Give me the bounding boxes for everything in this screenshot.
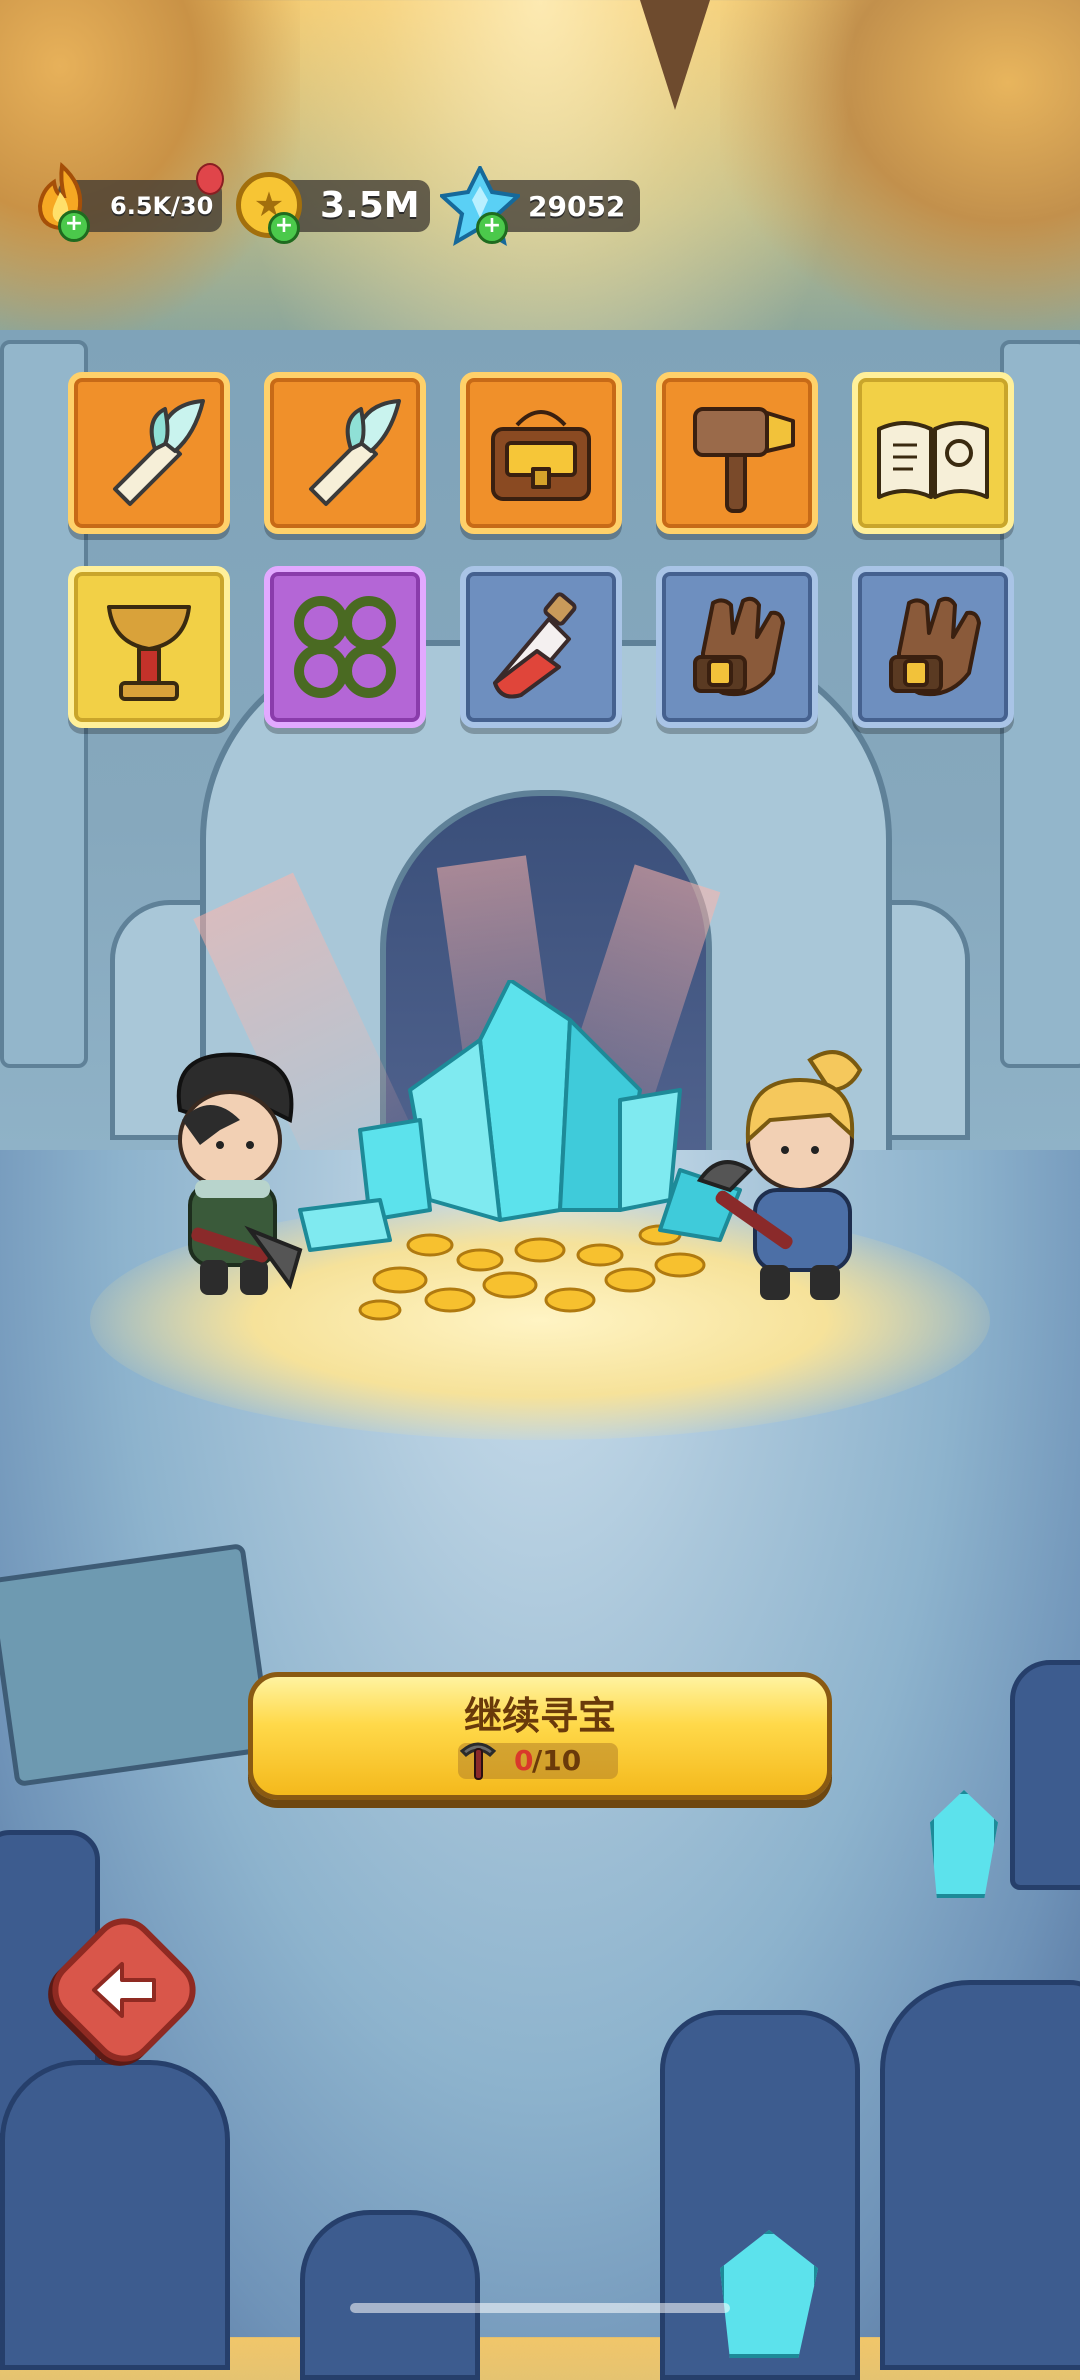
loot-item-feather-whistle[interactable] bbox=[68, 372, 230, 534]
loot-item-golden-goblet[interactable] bbox=[68, 566, 230, 728]
loot-item-spell-book[interactable] bbox=[852, 372, 1014, 534]
loot-item-leather-glove[interactable] bbox=[656, 566, 818, 728]
loot-item-thorn-vines[interactable] bbox=[264, 566, 426, 728]
home-indicator[interactable] bbox=[350, 2303, 730, 2313]
add-coins-button[interactable]: + bbox=[268, 212, 300, 244]
back-arrow-icon bbox=[92, 1962, 156, 2018]
rock bbox=[300, 2210, 480, 2380]
rock bbox=[880, 1980, 1080, 2370]
loot-item-feather-whistle[interactable] bbox=[264, 372, 426, 534]
continue-treasure-hunt-button[interactable]: 继续寻宝 0 /10 bbox=[248, 1672, 832, 1800]
pickaxe-counter: 0 /10 bbox=[458, 1742, 618, 1780]
pickaxe-count-current: 0 bbox=[514, 1744, 534, 1777]
miner-character-right bbox=[690, 1040, 890, 1310]
continue-button-label: 继续寻宝 bbox=[463, 1694, 616, 1738]
loot-item-red-potion[interactable] bbox=[460, 566, 622, 728]
coin-value: 3.5M bbox=[320, 185, 420, 226]
gem-value: 29052 bbox=[528, 190, 626, 223]
rock bbox=[0, 2060, 230, 2370]
pickaxe-count-total: /10 bbox=[532, 1744, 582, 1777]
energy-value: 6.5K/30 bbox=[110, 192, 214, 220]
loot-item-leather-glove[interactable] bbox=[852, 566, 1014, 728]
broken-pillar-rubble bbox=[0, 1542, 274, 1788]
pickaxe-icon bbox=[459, 1742, 497, 1780]
rock bbox=[1010, 1660, 1080, 1890]
add-gems-button[interactable]: + bbox=[476, 212, 508, 244]
miner-character-left bbox=[150, 1050, 320, 1310]
loot-item-treasure-chest[interactable] bbox=[460, 372, 622, 534]
add-energy-button[interactable]: + bbox=[58, 210, 90, 242]
energy-balloon-icon bbox=[196, 163, 224, 195]
loot-item-war-hammer[interactable] bbox=[656, 372, 818, 534]
